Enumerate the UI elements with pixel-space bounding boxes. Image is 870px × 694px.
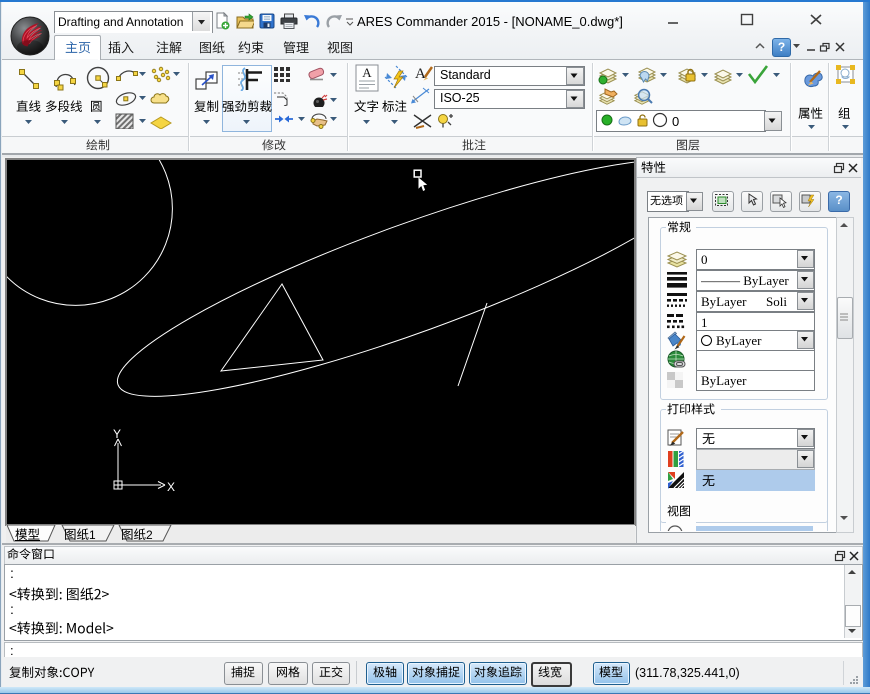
svg-text:X: X bbox=[167, 480, 175, 494]
svg-text:Y: Y bbox=[113, 427, 121, 441]
svg-text:A: A bbox=[362, 65, 372, 80]
